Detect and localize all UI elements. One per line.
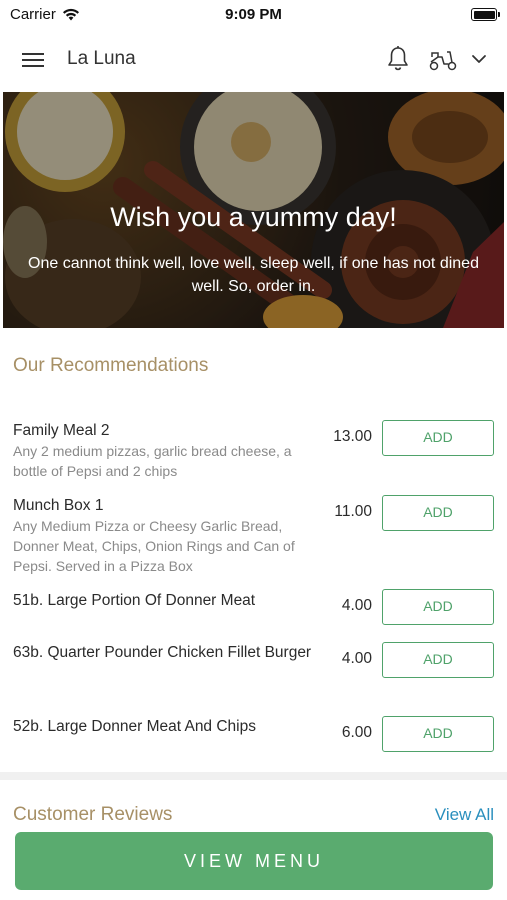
item-price: 4.00 [341, 650, 372, 667]
view-all-link[interactable]: View All [435, 805, 494, 825]
bell-icon[interactable] [386, 45, 410, 73]
item-description: Any 2 medium pizzas, garlic bread cheese… [13, 443, 292, 479]
item-price: 4.00 [341, 597, 372, 614]
reviews-title: Customer Reviews [13, 804, 173, 825]
scooter-icon[interactable] [428, 48, 458, 72]
item-name: 51b. Large Portion Of Donner Meat [13, 592, 256, 609]
item-price: 13.00 [333, 428, 372, 445]
add-button[interactable]: ADD [382, 642, 494, 678]
hero-banner: Wish you a yummy day! One cannot think w… [3, 92, 504, 328]
add-button[interactable]: ADD [382, 495, 494, 531]
item-price: 6.00 [341, 724, 372, 741]
app-header: La Luna [0, 32, 507, 88]
hero-title: Wish you a yummy day! [110, 202, 397, 232]
section-divider [0, 772, 507, 780]
menu-icon[interactable] [22, 51, 46, 69]
item-name: 52b. Large Donner Meat And Chips [13, 718, 256, 735]
item-price: 11.00 [334, 503, 372, 520]
add-button[interactable]: ADD [382, 716, 494, 752]
view-menu-button[interactable]: VIEW MENU [15, 832, 493, 890]
add-button[interactable]: ADD [382, 420, 494, 456]
item-name: Munch Box 1 [13, 497, 104, 514]
item-name: Family Meal 2 [13, 422, 110, 439]
recommendations-title: Our Recommendations [13, 355, 209, 376]
battery-icon [471, 8, 500, 21]
hero-subtitle: One cannot think well, love well, sleep … [28, 255, 479, 295]
add-button[interactable]: ADD [382, 589, 494, 625]
status-time: 9:09 PM [225, 6, 282, 23]
chevron-down-icon[interactable] [471, 52, 487, 66]
restaurant-name: La Luna [67, 48, 136, 69]
item-description: Any Medium Pizza or Cheesy Garlic Bread,… [13, 518, 295, 574]
item-name: 63b. Quarter Pounder Chicken Fillet Burg… [13, 644, 312, 661]
status-bar: Carrier 9:09 PM [0, 0, 507, 30]
